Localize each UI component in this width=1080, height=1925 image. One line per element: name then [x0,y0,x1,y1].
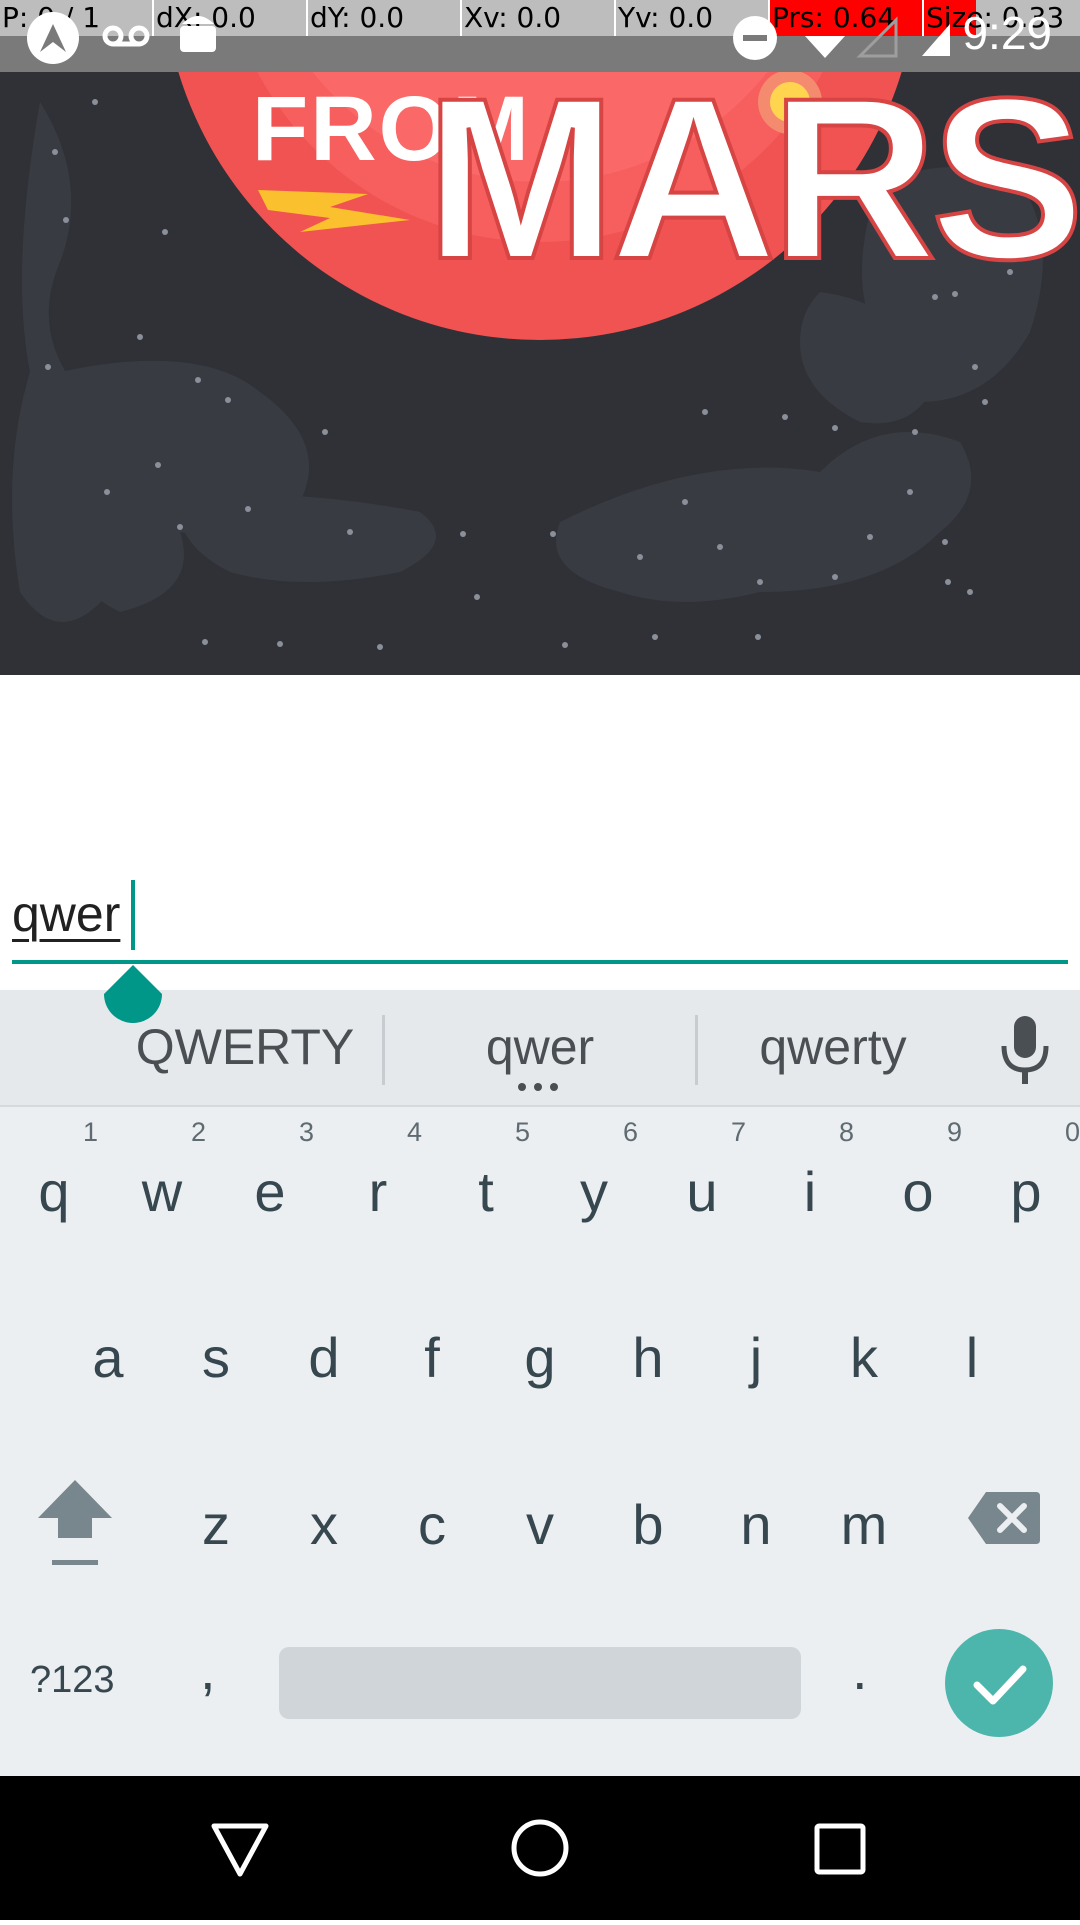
key-m[interactable]: m [810,1440,918,1600]
more-suggestions-icon [518,1083,558,1091]
key-o[interactable]: 9 o [864,1107,972,1267]
soft-keyboard: QWERTY qwer qwerty 1 q 2 w 3 e 4 r 5 t 6… [0,990,1080,1776]
period-key[interactable]: . [852,1640,892,1700]
back-icon[interactable] [211,1823,269,1877]
key-r[interactable]: 4 r [324,1107,432,1267]
cursor-handle[interactable] [102,965,164,1029]
key-h[interactable]: h [594,1273,702,1433]
suggestion-right[interactable]: qwerty [698,990,968,1105]
key-v[interactable]: v [486,1440,594,1600]
shift-key[interactable] [30,1480,120,1570]
key-p[interactable]: 0 p [972,1107,1080,1267]
banner-word-large: MARS [425,72,1078,307]
text-input-area[interactable]: qwer [0,675,1080,1024]
clock: 9:29 [962,7,1052,59]
checkmark-icon [973,1665,1027,1705]
key-z[interactable]: z [162,1440,270,1600]
backspace-icon [968,1492,1040,1544]
key-t[interactable]: 5 t [432,1107,540,1267]
no-signal-icon [856,16,898,58]
key-d[interactable]: d [270,1273,378,1433]
space-bar[interactable] [279,1647,801,1719]
backspace-key[interactable] [966,1490,1042,1546]
key-k[interactable]: k [810,1273,918,1433]
text-cursor [131,880,135,950]
key-j[interactable]: j [702,1273,810,1433]
wifi-icon [805,36,845,58]
recents-icon[interactable] [814,1823,866,1875]
key-w[interactable]: 2 w [108,1107,216,1267]
input-underline [12,960,1068,964]
key-b[interactable]: b [594,1440,702,1600]
key-n[interactable]: n [702,1440,810,1600]
status-bar-icons: 9:29 [0,0,1080,72]
app-notification-icon [27,12,79,64]
voicemail-icon [102,25,150,47]
symbols-key[interactable]: ?123 [30,1650,130,1710]
key-i[interactable]: 8 i [756,1107,864,1267]
key-g[interactable]: g [486,1273,594,1433]
key-y[interactable]: 6 y [540,1107,648,1267]
navigation-bar [0,1776,1080,1920]
shift-icon [38,1480,112,1538]
enter-key[interactable] [945,1629,1053,1737]
text-input[interactable]: qwer [12,885,120,943]
do-not-disturb-icon [733,16,777,60]
key-u[interactable]: 7 u [648,1107,756,1267]
key-f[interactable]: f [378,1273,486,1433]
key-a[interactable]: a [54,1273,162,1433]
key-l[interactable]: l [918,1273,1026,1433]
key-x[interactable]: x [270,1440,378,1600]
key-s[interactable]: s [162,1273,270,1433]
microphone-icon[interactable] [998,1014,1052,1086]
android-icon [180,16,216,52]
key-e[interactable]: 3 e [216,1107,324,1267]
header-image: FROM MARS [0,72,1080,675]
battery-charging-icon [922,24,950,56]
comma-key[interactable]: , [200,1640,240,1700]
key-q[interactable]: 1 q [0,1107,108,1267]
home-icon[interactable] [511,1819,569,1877]
key-c[interactable]: c [378,1440,486,1600]
